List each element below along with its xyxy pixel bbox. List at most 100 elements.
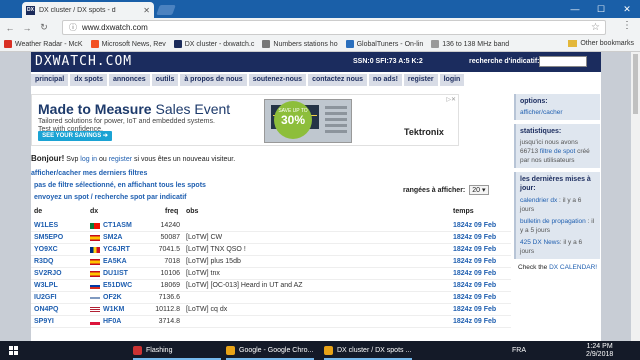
taskbar-clock[interactable]: 1:24 PM 2/9/2018 [586, 343, 613, 359]
dx-callsign[interactable]: CT1ASM [103, 222, 132, 229]
spot-time[interactable]: 1824z 09 Feb [453, 282, 496, 289]
spot-time[interactable]: 1824z 09 Feb [453, 258, 496, 265]
frequency: 7041.5 [158, 246, 180, 253]
frequency: 3714.8 [158, 318, 180, 325]
browser-menu-icon[interactable]: ⋮ [622, 20, 632, 31]
frequency: 50087 [160, 234, 180, 241]
col-dx: dx [90, 208, 99, 215]
bookmark-item[interactable]: GlobalTuners - On-lin [345, 40, 423, 48]
comment: [LoTW] tnx [186, 270, 220, 277]
frequency: 10112.8 [155, 306, 180, 313]
dx-callsign[interactable]: SM2A [103, 234, 122, 241]
menu-item[interactable]: à propos de nous [180, 74, 247, 86]
spot-time[interactable]: 1824z 09 Feb [453, 294, 496, 301]
dx-callsign[interactable]: EA5KA [103, 258, 127, 265]
table-row: IU2GFI OF2K 7136.6 1824z 09 Feb [31, 292, 511, 304]
register-link[interactable]: register [109, 156, 132, 163]
de-callsign[interactable]: YO9XC [34, 246, 58, 253]
ad-cta-button[interactable]: SEE YOUR SAVINGS ➔ [38, 131, 112, 141]
spot-time[interactable]: 1824z 09 Feb [453, 246, 496, 253]
update-link[interactable]: 425 DX News [520, 239, 560, 246]
dx-callsign[interactable]: OF2K [103, 294, 122, 301]
menu-item[interactable]: soutenez-nous [248, 74, 307, 86]
login-link[interactable]: log in [80, 156, 97, 163]
taskbar-lang[interactable]: FRA [512, 347, 526, 355]
minimize-icon[interactable]: — [562, 0, 588, 18]
bookmarks-bar: Weather Radar - McK Microsoft News, Rev DX… [0, 37, 640, 52]
close-window-icon[interactable]: ✕ [614, 0, 640, 18]
info-icon[interactable]: ⓘ [69, 22, 77, 33]
de-callsign[interactable]: SP9YI [34, 318, 54, 325]
country-flag-icon [90, 295, 100, 301]
dx-callsign[interactable]: HF0A [103, 318, 121, 325]
back-arrow-icon[interactable]: ← [3, 23, 17, 33]
spot-time[interactable]: 1824z 09 Feb [453, 234, 496, 241]
de-callsign[interactable]: SM5EPO [34, 234, 63, 241]
de-callsign[interactable]: IU2GFI [34, 294, 57, 301]
browser-tab-bar: DX DX cluster / DX spots - d ✕ — ☐ ✕ [0, 0, 640, 18]
menu-item[interactable]: dx spots [70, 74, 107, 86]
bookmark-item[interactable]: Numbers stations ho [262, 40, 338, 48]
menu-item[interactable]: contactez nous [308, 74, 368, 86]
close-tab-icon[interactable]: ✕ [143, 6, 150, 15]
spot-time[interactable]: 1824z 09 Feb [453, 306, 496, 313]
dx-callsign[interactable]: W1KM [103, 306, 124, 313]
bookmark-item[interactable]: Microsoft News, Rev [90, 40, 166, 48]
de-callsign[interactable]: W1LES [34, 222, 58, 229]
spot-time[interactable]: 1824z 09 Feb [453, 270, 496, 277]
col-freq: freq [165, 208, 179, 215]
de-callsign[interactable]: ON4PQ [34, 306, 59, 313]
spots-table-header: de dx freq obs temps [31, 208, 511, 218]
site-logo[interactable]: DXWATCH.COM [35, 54, 132, 69]
bookmark-item[interactable]: 136 to 138 MHz band [431, 40, 509, 48]
reload-icon[interactable]: ↻ [37, 22, 51, 33]
tab-title: DX cluster / DX spots - d [39, 6, 116, 14]
bookmark-item[interactable]: DX cluster - dxwatch.c [173, 40, 254, 48]
no-filter-link[interactable]: pas de filtre sélectionné, en affichant … [34, 182, 206, 189]
new-tab-button[interactable] [156, 5, 176, 15]
country-flag-icon [90, 319, 100, 325]
forward-arrow-icon[interactable]: → [20, 23, 34, 33]
bookmark-item[interactable]: Weather Radar - McK [4, 40, 83, 48]
update-link[interactable]: calendrier dx [520, 197, 557, 204]
spot-filter-link[interactable]: filtre de spot [540, 148, 575, 155]
de-callsign[interactable]: W3LPL [34, 282, 58, 289]
de-callsign[interactable]: R3DQ [34, 258, 53, 265]
de-callsign[interactable]: SV2RJO [34, 270, 62, 277]
menu-item[interactable]: login [439, 74, 465, 86]
send-spot-link[interactable]: envoyez un spot / recherche spot par ind… [34, 194, 186, 201]
spots-table: W1LES CT1ASM 14240 1824z 09 Feb SM5EPO SM2A 50… [31, 220, 511, 328]
maximize-icon[interactable]: ☐ [588, 0, 614, 18]
update-link[interactable]: bulletin de propagation [520, 218, 586, 225]
spot-time[interactable]: 1824z 09 Feb [453, 222, 496, 229]
ad-save-badge: SAVE UP TO 30% [274, 101, 312, 139]
spot-time[interactable]: 1824z 09 Feb [453, 318, 496, 325]
menu-item[interactable]: register [403, 74, 438, 86]
advertisement-banner[interactable]: Made to Measure Sales Event Tailored sol… [31, 94, 459, 146]
dx-callsign[interactable]: DU1IST [103, 270, 128, 277]
folder-icon [568, 40, 578, 47]
rows-to-show: rangées à afficher: 20 ▾ [403, 185, 489, 195]
dx-callsign[interactable]: YC6JRT [103, 246, 130, 253]
menu-item[interactable]: principal [31, 74, 69, 86]
toggle-filters-link[interactable]: afficher/cacher mes derniers filtres [31, 170, 147, 177]
rows-select[interactable]: 20 ▾ [469, 185, 489, 195]
menu-item[interactable]: no ads! [369, 74, 402, 86]
dx-callsign[interactable]: E51DWC [103, 282, 132, 289]
dxwatch-favicon-icon: DX [26, 5, 35, 15]
comment: [LoTW] TNX QSO ! [186, 246, 246, 253]
other-bookmarks[interactable]: Other bookmarks [568, 40, 634, 47]
bookmark-favicon-icon [173, 40, 182, 48]
bookmark-star-icon[interactable]: ☆ [591, 22, 600, 33]
url-input[interactable]: ⓘ www.dxwatch.com ☆ [62, 20, 606, 35]
ad-choices-icon[interactable]: ▷✕ [446, 96, 456, 103]
menu-item[interactable]: outils [151, 74, 179, 86]
browser-tab-active[interactable]: DX DX cluster / DX spots - d ✕ [22, 2, 154, 18]
windows-start-icon[interactable] [9, 346, 18, 355]
dx-calendar-link[interactable]: DX CALENDAR! [549, 264, 597, 271]
page-scrollbar[interactable] [631, 52, 640, 341]
options-toggle-link[interactable]: afficher/cacher [520, 109, 563, 116]
bookmark-favicon-icon [4, 40, 12, 48]
menu-item[interactable]: annonces [108, 74, 150, 86]
call-search-input[interactable] [539, 56, 587, 67]
